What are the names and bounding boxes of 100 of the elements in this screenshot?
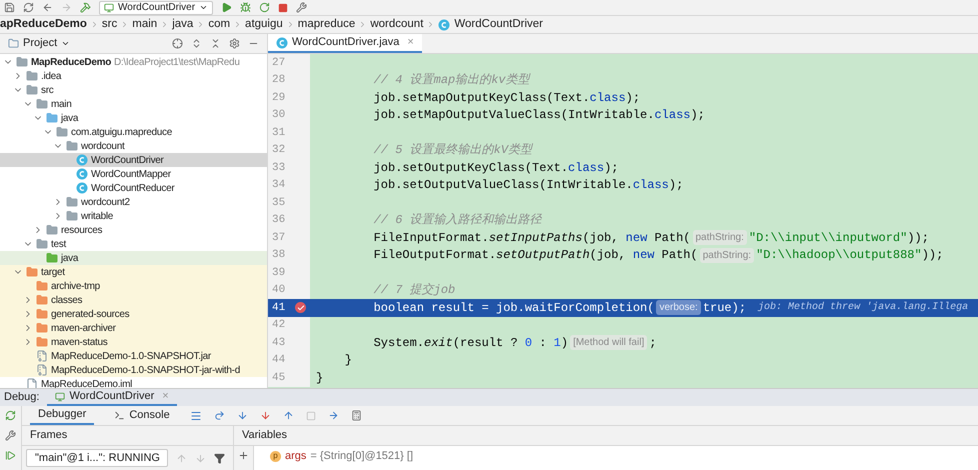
run-to-cursor-icon[interactable]: [328, 410, 339, 421]
code-text: }: [315, 370, 324, 387]
tree-item[interactable]: wordcount2: [0, 195, 267, 209]
tree-item[interactable]: MapReduceDemo-1.0-SNAPSHOT-jar-with-d: [0, 363, 267, 377]
tree-item[interactable]: src: [0, 83, 267, 97]
code-text: job.setMapOutputValueClass(IntWritable.class);: [372, 107, 705, 124]
panel-title: Frames: [22, 426, 234, 445]
tree-item[interactable]: archive-tmp: [0, 279, 267, 293]
folder-icon: [26, 84, 38, 96]
tree-item[interactable]: wordcount: [0, 139, 267, 153]
breadcrumb[interactable]: wordcount: [370, 16, 424, 34]
panel-title: Variables: [241, 428, 288, 444]
line-number: 36: [272, 213, 286, 228]
line-number: 31: [272, 126, 286, 140]
breadcrumb[interactable]: main: [132, 16, 158, 34]
class-icon: [276, 36, 288, 48]
class-icon: [438, 18, 450, 30]
editor-tab[interactable]: WordCountDriver.java ×: [268, 34, 422, 53]
line-number: 44: [272, 353, 286, 368]
tree-item[interactable]: generated-sources: [0, 307, 267, 321]
breadcrumb[interactable]: WordCountDriver: [438, 16, 544, 34]
rerun-icon[interactable]: [5, 410, 16, 421]
breadcrumb[interactable]: com: [208, 16, 230, 34]
file-icon: [26, 378, 38, 388]
folder-icon: [36, 308, 48, 320]
debug-tab[interactable]: Debugger: [30, 406, 94, 425]
class-icon: [76, 168, 88, 180]
line-number: 29: [272, 90, 286, 106]
code-text: }: [344, 352, 352, 370]
project-view-dropdown[interactable]: Project: [8, 35, 70, 52]
hammer-icon[interactable]: [80, 2, 91, 13]
code-text: FileInputFormat.setInputPaths(job, new Path( pathString: "D:\\input\\inputword"));: [372, 229, 929, 247]
app-icon: [55, 392, 66, 402]
tree-item[interactable]: WordCountReducer: [0, 181, 267, 195]
tree-item[interactable]: maven-status: [0, 335, 267, 349]
tree-item[interactable]: resources: [0, 223, 267, 237]
line-number: 35: [272, 196, 286, 210]
variable-name: args: [285, 448, 306, 464]
tree-item[interactable]: java: [0, 111, 267, 125]
save-icon[interactable]: [4, 2, 15, 13]
folder-icon: [66, 196, 78, 208]
wrench-icon[interactable]: [5, 430, 16, 441]
tree-item[interactable]: target: [0, 265, 267, 279]
step-over-icon[interactable]: [214, 410, 225, 421]
run-config-dropdown[interactable]: WordCountDriver: [99, 0, 214, 14]
archive-file-icon: [36, 364, 48, 376]
add-icon[interactable]: [238, 450, 249, 461]
tree-item[interactable]: classes: [0, 293, 267, 307]
sync-icon[interactable]: [23, 2, 34, 13]
line-number: 37: [272, 230, 286, 246]
folder-icon: [66, 140, 78, 152]
thread-dropdown[interactable]: "main"@1 i...": RUNNING: [26, 449, 168, 467]
class-icon: [76, 182, 88, 194]
line-number: 43: [272, 336, 286, 350]
locate-icon[interactable]: [172, 38, 183, 49]
folder-icon: [36, 238, 48, 250]
filter-icon[interactable]: [214, 452, 225, 464]
path-hint: D:\IdeaProject1\test\MapRedu: [114, 56, 240, 70]
line-number: 30: [272, 108, 286, 123]
breadcrumb[interactable]: apReduceDemo: [0, 16, 87, 34]
calculator-icon[interactable]: [350, 410, 362, 421]
tree-item[interactable]: maven-archiver: [0, 321, 267, 335]
back-icon[interactable]: [42, 2, 53, 13]
settings-icon[interactable]: [229, 38, 240, 49]
console-icon: [114, 410, 126, 421]
step-out-icon[interactable]: [282, 410, 294, 421]
folder-icon: [36, 98, 48, 110]
tree-item[interactable]: main: [0, 97, 267, 111]
breadcrumb[interactable]: mapreduce: [298, 16, 356, 34]
code-text: job.setMapOutputKeyClass(Text.class);: [372, 90, 640, 107]
tree-item[interactable]: WordCountDriver: [0, 153, 267, 167]
breadcrumb[interactable]: atguigu: [245, 16, 283, 34]
debug-tab[interactable]: Console: [106, 406, 178, 425]
breadcrumb[interactable]: src: [102, 16, 118, 34]
code-text: job.setOutputKeyClass(Text.class);: [372, 160, 618, 177]
tree-item[interactable]: java: [0, 251, 267, 265]
force-step-into-icon[interactable]: [260, 410, 271, 421]
debug-session-tab[interactable]: WordCountDriver ×: [47, 389, 177, 406]
run-icon[interactable]: [221, 2, 232, 13]
coverage-icon[interactable]: [259, 2, 270, 13]
stop-icon[interactable]: [278, 2, 288, 12]
tree-item[interactable]: .idea: [0, 69, 267, 83]
archive-file-icon: [36, 350, 48, 362]
tree-item[interactable]: MapReduceDemo D:\IdeaProject1\test\MapRedu: [0, 55, 267, 69]
debug-icon[interactable]: [240, 2, 252, 13]
line-number: 34: [272, 178, 286, 193]
expand-all-icon[interactable]: [191, 38, 202, 49]
resume-icon[interactable]: [5, 450, 16, 461]
class-icon: [76, 154, 88, 166]
breadcrumb[interactable]: java: [172, 16, 194, 34]
menu-icon[interactable]: [190, 410, 202, 422]
wrench-icon[interactable]: [296, 2, 308, 13]
collapse-all-icon[interactable]: [210, 38, 221, 49]
tree-item[interactable]: WordCountMapper: [0, 167, 267, 181]
step-into-icon[interactable]: [236, 410, 248, 421]
tree-item[interactable]: MapReduceDemo-1.0-SNAPSHOT.jar: [0, 349, 267, 363]
tree-item[interactable]: writable: [0, 209, 267, 223]
tree-item[interactable]: test: [0, 237, 267, 251]
breakpoint-icon[interactable]: [295, 302, 306, 314]
tree-item[interactable]: com.atguigu.mapreduce: [0, 125, 267, 139]
